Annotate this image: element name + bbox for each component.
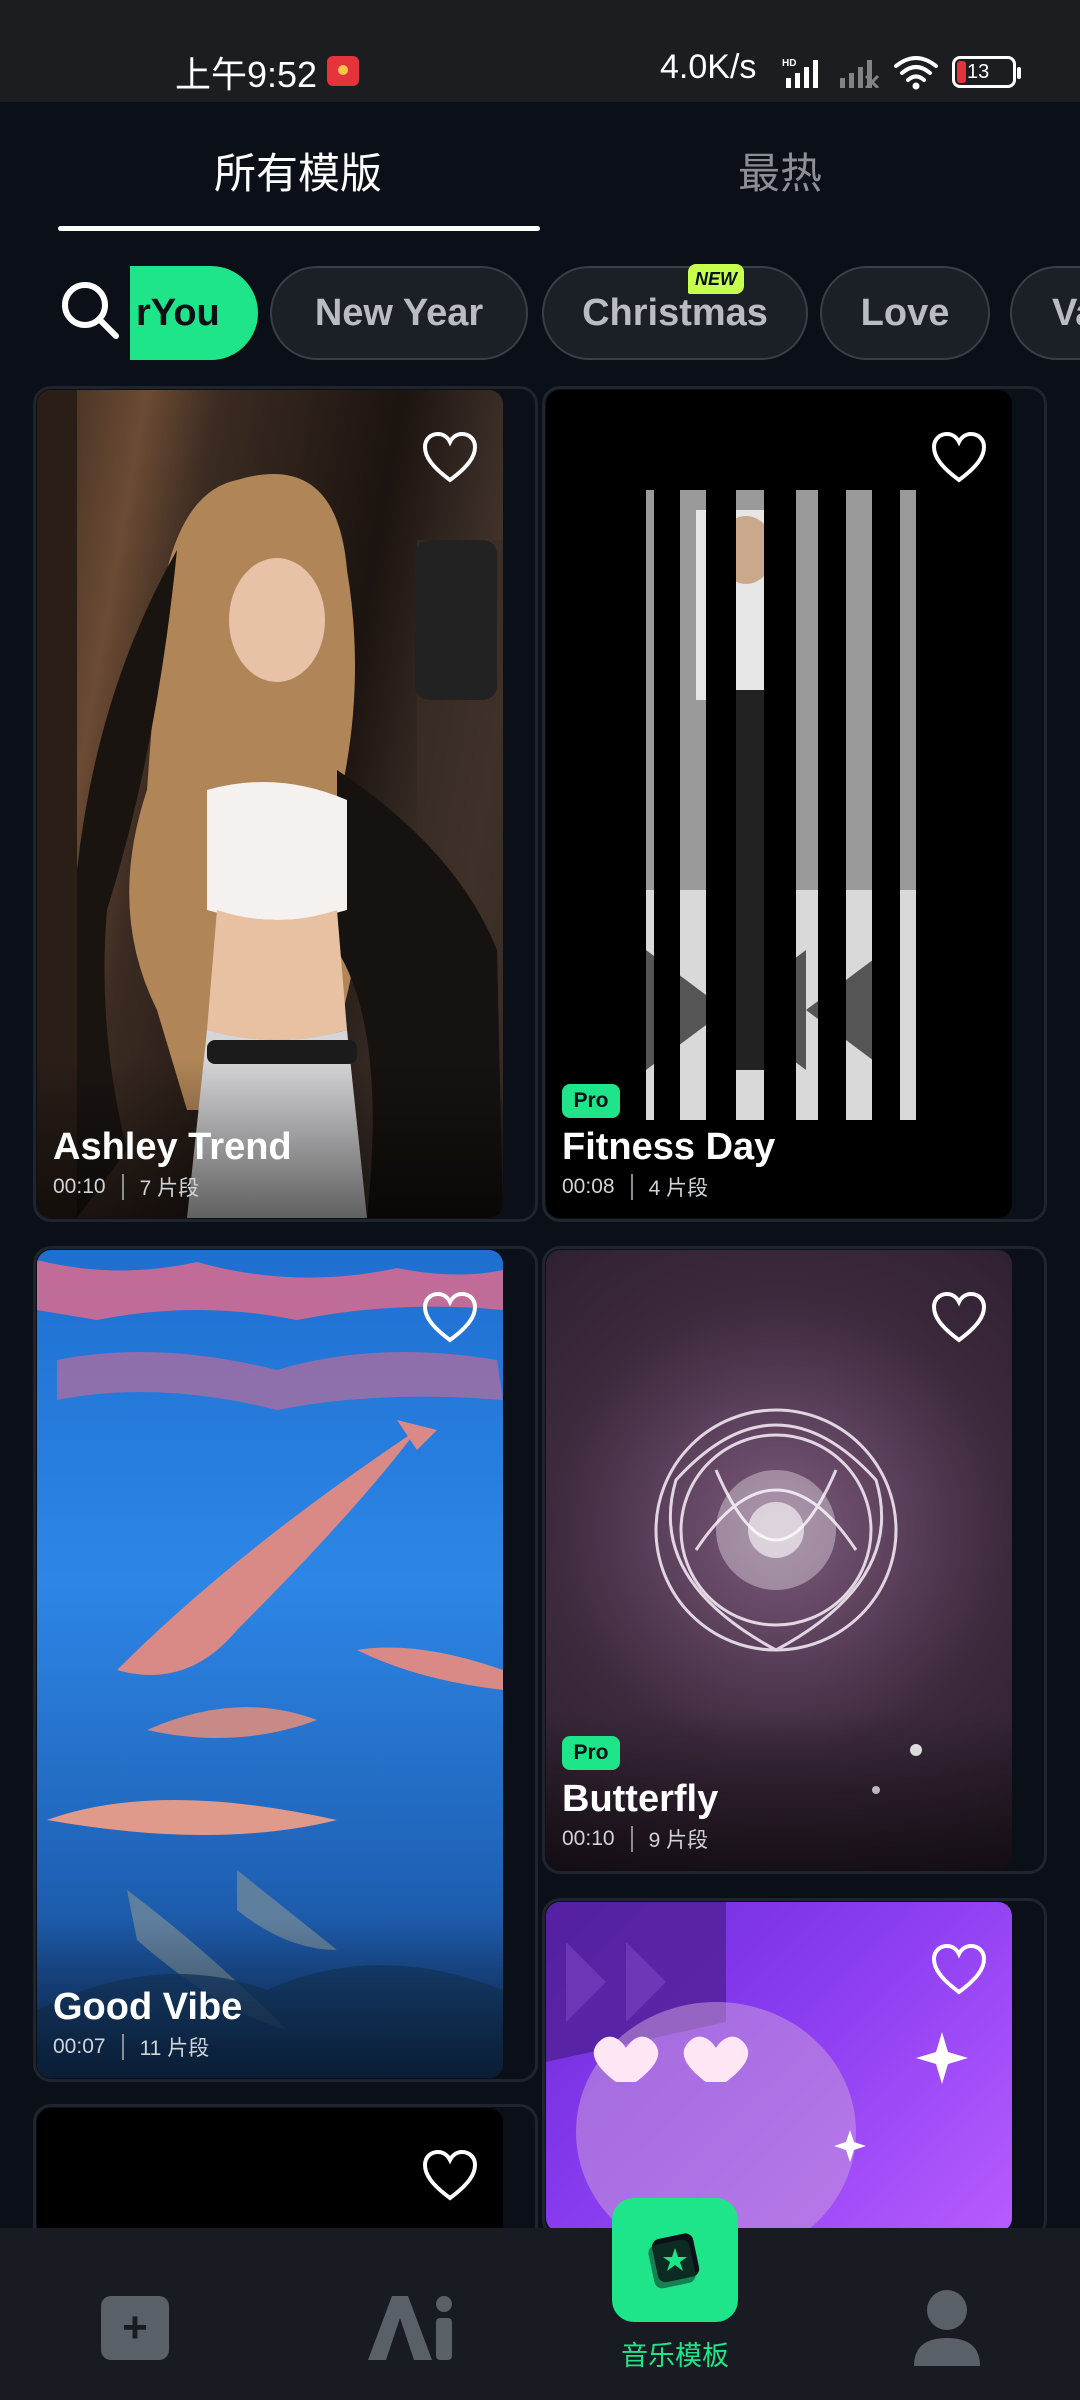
status-time: 上午9:52: [175, 54, 318, 95]
favorite-heart-icon[interactable]: [930, 430, 988, 484]
profile-icon[interactable]: [910, 2288, 984, 2368]
card-meta: 00:10 7 片段: [53, 1172, 199, 1202]
card-clip-count: 4 片段: [648, 1177, 709, 1200]
card-title: Good Vibe: [53, 1986, 243, 2028]
template-card[interactable]: Pro Fitness Day 00:08 4 片段: [546, 390, 1012, 1218]
chip-love[interactable]: Love: [820, 266, 990, 360]
music-template-icon: [648, 2233, 700, 2289]
pro-badge: Pro: [562, 1736, 620, 1770]
tab-hottest[interactable]: 最热: [540, 140, 1020, 201]
chip-christmas[interactable]: Christmas: [542, 266, 808, 360]
chip-for-you[interactable]: rYou: [130, 266, 258, 360]
network-speed: 4.0K/s: [660, 48, 757, 86]
template-card[interactable]: [37, 2108, 503, 2248]
music-template-button[interactable]: [612, 2198, 738, 2322]
wifi-icon: [894, 56, 938, 90]
card-title: Fitness Day: [562, 1126, 776, 1168]
active-tab-indicator: [58, 226, 540, 231]
template-card[interactable]: Good Vibe 00:07 11 片段: [37, 1250, 503, 2078]
signal-icon: [840, 60, 880, 88]
card-title: Butterfly: [562, 1778, 719, 1820]
music-template-label[interactable]: 音乐模板: [590, 2334, 760, 2373]
svg-text:HD: HD: [782, 58, 796, 69]
tab-all-templates[interactable]: 所有模版: [58, 140, 538, 201]
card-meta: 00:07 11 片段: [53, 2032, 209, 2062]
card-title: Ashley Trend: [53, 1126, 292, 1168]
search-icon[interactable]: [58, 278, 122, 342]
category-chip-row: rYou New Year Christmas Love Va: [130, 264, 1080, 360]
chip-new-year[interactable]: New Year: [270, 266, 528, 360]
pro-badge: Pro: [562, 1084, 620, 1118]
template-card[interactable]: [546, 1902, 1012, 2232]
favorite-heart-icon[interactable]: [421, 2148, 479, 2202]
bottom-navigation: +: [0, 2228, 1080, 2400]
notification-icon: [327, 56, 359, 86]
template-card[interactable]: Ashley Trend 00:10 7 片段: [37, 390, 503, 1218]
new-badge: NEW: [688, 264, 744, 294]
card-clip-count: 9 片段: [648, 1829, 709, 1852]
favorite-heart-icon[interactable]: [930, 1290, 988, 1344]
card-duration: 00:07: [53, 2035, 106, 2058]
favorite-heart-icon[interactable]: [930, 1942, 988, 1996]
favorite-heart-icon[interactable]: [421, 1290, 479, 1344]
create-project-button[interactable]: +: [101, 2296, 169, 2360]
favorite-heart-icon[interactable]: [421, 430, 479, 484]
card-meta: 00:08 4 片段: [562, 1172, 708, 1202]
battery-icon: 13: [952, 56, 1021, 88]
card-meta: 00:10 9 片段: [562, 1824, 708, 1854]
card-duration: 00:10: [562, 1827, 615, 1850]
signal-hd-icon: HD: [782, 58, 818, 88]
card-clip-count: 11 片段: [139, 2037, 210, 2060]
chip-valentine[interactable]: Va: [1010, 266, 1080, 360]
status-bar: 上午9:52 4.0K/s HD 13: [0, 0, 1080, 102]
template-card[interactable]: Pro Butterfly 00:10 9 片段: [546, 1250, 1012, 1870]
card-duration: 00:08: [562, 1175, 615, 1198]
card-duration: 00:10: [53, 1175, 106, 1198]
card-clip-count: 7 片段: [139, 1177, 200, 1200]
ai-icon[interactable]: [362, 2290, 452, 2364]
battery-level: 13: [967, 61, 990, 83]
